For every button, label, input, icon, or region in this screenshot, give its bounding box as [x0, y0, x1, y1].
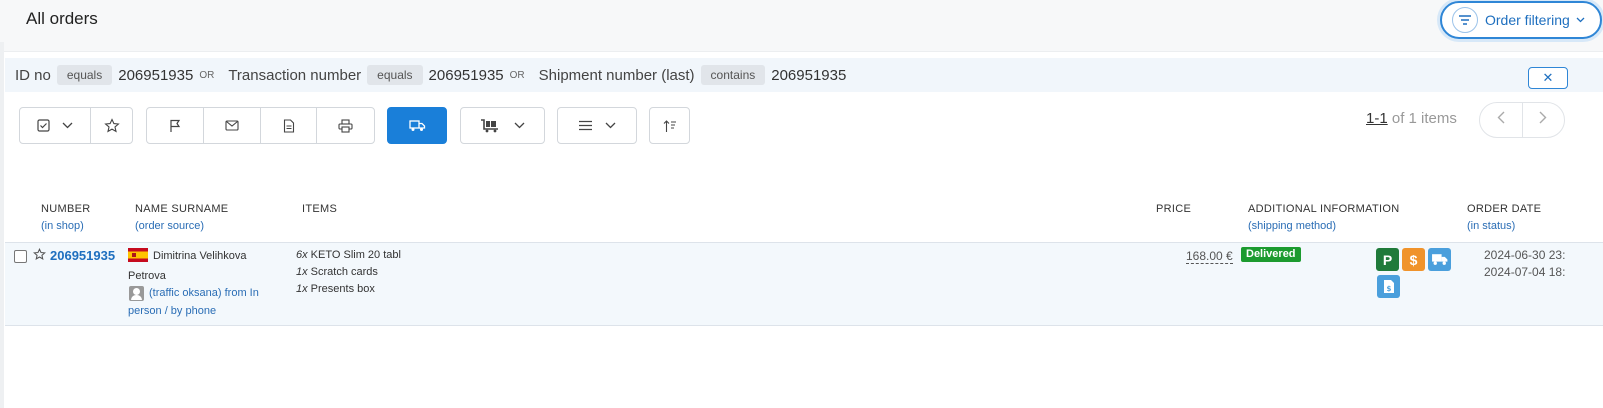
- column-title: ITEMS: [302, 203, 338, 215]
- menu-dropdown-button[interactable]: [557, 107, 637, 144]
- page-title: All orders: [26, 9, 98, 28]
- column-title: ORDER DATE: [1467, 203, 1542, 215]
- order-filtering-label: Order filtering: [1485, 12, 1570, 28]
- list-item: 6x KETO Slim 20 tabl: [296, 247, 401, 264]
- email-button[interactable]: [203, 107, 261, 144]
- invoice-icon[interactable]: $: [1377, 275, 1400, 298]
- item-qty: 1x: [296, 283, 308, 295]
- previous-page-button[interactable]: [1480, 103, 1523, 137]
- filter-or: OR: [199, 69, 215, 81]
- pagination-range[interactable]: 1-1: [1366, 110, 1388, 127]
- column-header-additional[interactable]: ADDITIONAL INFORMATION (shipping method): [1248, 201, 1399, 235]
- list-item: 1x Scratch cards: [296, 264, 378, 281]
- customer-name-line2: Petrova: [128, 270, 166, 282]
- filter-value: 206951935: [428, 66, 504, 84]
- pagination-info: 1-1 of 1 items: [1366, 110, 1457, 127]
- chevron-left-icon: [1497, 111, 1505, 129]
- row-checkbox[interactable]: [14, 250, 27, 263]
- column-subtitle: (in shop): [41, 220, 84, 232]
- cart-dolly-icon: [481, 119, 498, 133]
- flag-button[interactable]: [146, 107, 204, 144]
- svg-text:$: $: [1386, 285, 1391, 293]
- star-icon: [103, 117, 120, 133]
- envelope-icon: [225, 120, 239, 131]
- chevron-down-icon: [62, 122, 73, 129]
- status-date: 2024-07-04 18:: [1484, 265, 1566, 279]
- sort-icon: [663, 119, 676, 132]
- document-icon: [283, 118, 294, 133]
- order-filtering-button[interactable]: Order filtering: [1440, 1, 1602, 39]
- star-icon[interactable]: [33, 247, 46, 264]
- filter-value: 206951935: [771, 66, 847, 84]
- filter-operator[interactable]: equals: [56, 65, 113, 85]
- print-button[interactable]: [316, 107, 375, 144]
- clear-filter-button[interactable]: ✕: [1528, 67, 1568, 89]
- pager: [1479, 102, 1565, 138]
- column-title: NUMBER: [41, 203, 91, 215]
- column-title: PRICE: [1156, 203, 1192, 215]
- filter-operator[interactable]: contains: [700, 65, 766, 85]
- chevron-down-icon: [605, 122, 616, 129]
- column-subtitle: (order source): [135, 220, 205, 232]
- customer-name-line1: Dimitrina Velihkova: [153, 250, 247, 262]
- pagination-total: of 1 items: [1387, 110, 1457, 127]
- item-name: KETO Slim 20 tabl: [307, 249, 401, 261]
- column-header-name[interactable]: NAME SURNAME (order source): [135, 201, 228, 235]
- filter-operator[interactable]: equals: [367, 65, 423, 85]
- parking-icon[interactable]: P: [1376, 248, 1399, 271]
- filter-icon: [1452, 7, 1478, 33]
- item-qty: 1x: [296, 266, 308, 278]
- chevron-down-icon: [514, 122, 525, 129]
- delivery-truck-icon[interactable]: [1428, 248, 1451, 271]
- filter-or: OR: [509, 69, 525, 81]
- column-title: NAME SURNAME: [135, 203, 229, 215]
- active-filter-bar: ID no equals 206951935 OR Transaction nu…: [5, 58, 1603, 92]
- column-header-order-date[interactable]: ORDER DATE (in status): [1467, 201, 1541, 235]
- shipping-button[interactable]: [387, 107, 447, 144]
- order-date: 2024-06-30 23:: [1484, 248, 1566, 262]
- top-bar: [0, 0, 1603, 52]
- item-qty: 6x: [296, 249, 308, 261]
- column-subtitle: (shipping method): [1248, 220, 1337, 232]
- order-number-link[interactable]: 206951935: [50, 248, 115, 263]
- filter-field-shipment: Shipment number (last): [538, 66, 695, 84]
- list-icon: [579, 120, 592, 131]
- filter-field-id: ID no: [15, 66, 51, 84]
- truck-icon: [408, 119, 425, 131]
- select-dropdown-button[interactable]: [19, 107, 91, 144]
- column-header-number[interactable]: NUMBER (in shop): [41, 201, 90, 235]
- left-edge: [0, 42, 4, 408]
- order-price: 168.00 €: [1186, 249, 1233, 264]
- next-page-button[interactable]: [1523, 103, 1565, 137]
- column-subtitle: (in status): [1467, 220, 1516, 232]
- favorite-button[interactable]: [90, 107, 133, 144]
- flag-icon: [170, 119, 181, 132]
- person-icon: [129, 286, 144, 301]
- spain-flag-icon: [128, 248, 148, 262]
- item-name: Presents box: [307, 283, 375, 295]
- dollar-icon[interactable]: $: [1402, 248, 1425, 271]
- checkbox-icon: [37, 119, 50, 132]
- column-header-items[interactable]: ITEMS: [302, 201, 337, 218]
- column-title: ADDITIONAL INFORMATION: [1248, 203, 1400, 215]
- filter-field-transaction: Transaction number: [228, 66, 362, 84]
- printer-icon: [338, 118, 353, 133]
- item-name: Scratch cards: [307, 266, 378, 278]
- sort-button[interactable]: [649, 107, 690, 144]
- column-header-price[interactable]: PRICE: [1156, 201, 1191, 218]
- order-source-line1[interactable]: (traffic oksana) from In: [149, 285, 259, 302]
- chevron-down-icon: [1576, 15, 1585, 26]
- list-item: 1x Presents box: [296, 281, 375, 298]
- warehouse-dropdown-button[interactable]: [460, 107, 545, 144]
- status-badge[interactable]: Delivered: [1241, 247, 1301, 262]
- order-source-line2[interactable]: person / by phone: [128, 303, 216, 320]
- document-button[interactable]: [260, 107, 317, 144]
- filter-value: 206951935: [118, 66, 194, 84]
- chevron-right-icon: [1539, 111, 1547, 129]
